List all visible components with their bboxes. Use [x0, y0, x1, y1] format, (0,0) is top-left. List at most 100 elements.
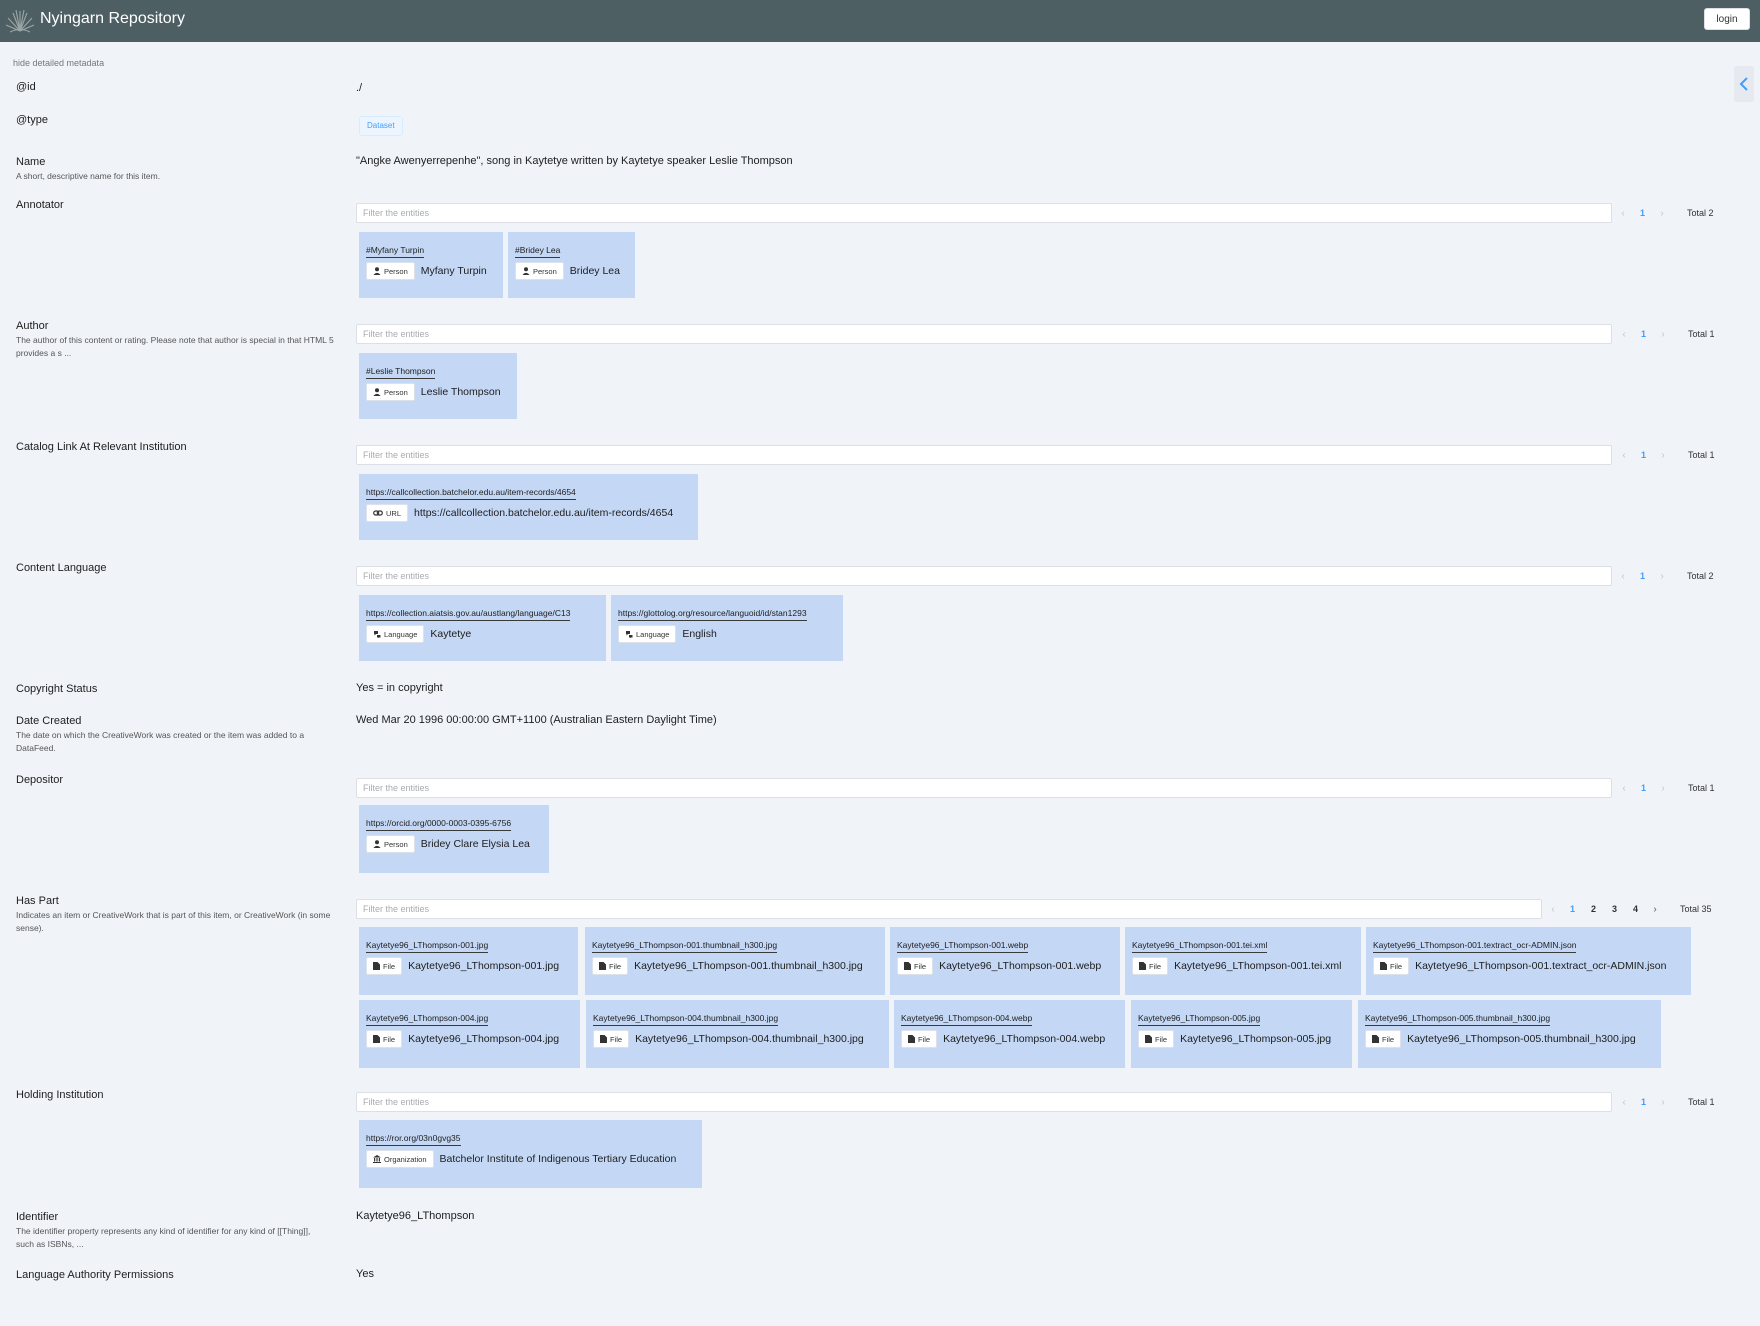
- entity-chip[interactable]: https://orcid.org/0000-0003-0395-6756 Pe…: [359, 805, 549, 873]
- file-chip[interactable]: Kaytetye96_LThompson-001.tei.xml File Kay…: [1125, 927, 1361, 995]
- prev-page-icon[interactable]: ‹: [1615, 783, 1633, 794]
- type-label: File: [383, 1034, 396, 1044]
- file-chip[interactable]: Kaytetye96_LThompson-001.thumbnail_h300.…: [585, 927, 885, 995]
- page-number[interactable]: 1: [1633, 1097, 1654, 1107]
- collapse-panel-button[interactable]: [1734, 66, 1754, 102]
- file-chip[interactable]: Kaytetye96_LThompson-001.textract_ocr-AD…: [1366, 927, 1691, 995]
- entity-id-link[interactable]: Kaytetye96_LThompson-005.thumbnail_h300.…: [1365, 1013, 1551, 1026]
- field-description: A short, descriptive name for this item.: [16, 171, 161, 181]
- entity-id-link[interactable]: Kaytetye96_LThompson-004.webp: [901, 1013, 1033, 1026]
- person-icon: [373, 840, 381, 848]
- entity-id-link[interactable]: https://callcollection.batchelor.edu.au/…: [366, 487, 576, 500]
- page-number[interactable]: 1: [1562, 904, 1583, 914]
- prev-page-icon[interactable]: ‹: [1615, 1097, 1633, 1108]
- entity-id-link[interactable]: Kaytetye96_LThompson-004.jpg: [366, 1013, 489, 1026]
- next-page-icon[interactable]: ›: [1654, 783, 1672, 794]
- entity-id-link[interactable]: #Bridey Lea: [515, 245, 561, 258]
- entity-id-link[interactable]: #Leslie Thompson: [366, 366, 436, 379]
- type-label: File: [610, 1034, 623, 1044]
- next-page-icon[interactable]: ›: [1654, 329, 1672, 340]
- entity-id-link[interactable]: Kaytetye96_LThompson-004.thumbnail_h300.…: [593, 1013, 779, 1026]
- file-chip[interactable]: Kaytetye96_LThompson-004.thumbnail_h300.…: [586, 1000, 889, 1068]
- file-chip[interactable]: Kaytetye96_LThompson-005.thumbnail_h300.…: [1358, 1000, 1661, 1068]
- type-badge: File: [593, 1030, 630, 1048]
- entity-chip[interactable]: https://callcollection.batchelor.edu.au/…: [359, 474, 698, 540]
- file-icon: [1145, 1035, 1152, 1043]
- type-badge: File: [366, 957, 403, 975]
- app-title: Nyingarn Repository: [40, 10, 185, 27]
- file-chip[interactable]: Kaytetye96_LThompson-004.webp File Kaytet…: [894, 1000, 1125, 1068]
- person-icon: [373, 388, 381, 396]
- next-page-icon[interactable]: ›: [1653, 571, 1671, 582]
- entity-name: Leslie Thompson: [420, 386, 501, 398]
- filter-input[interactable]: [356, 324, 1612, 344]
- prev-page-icon[interactable]: ‹: [1615, 450, 1633, 461]
- filter-input[interactable]: [356, 778, 1612, 798]
- entity-name: Kaytetye96_LThompson-001.thumbnail_h300.…: [634, 960, 863, 972]
- total-count: Total 1: [1688, 329, 1715, 339]
- entity-id-link[interactable]: Kaytetye96_LThompson-001.webp: [897, 940, 1029, 953]
- filter-input[interactable]: [356, 566, 1612, 586]
- next-page-icon[interactable]: ›: [1646, 904, 1664, 915]
- entity-id-link[interactable]: Kaytetye96_LThompson-001.jpg: [366, 940, 489, 953]
- filter-input[interactable]: [356, 203, 1612, 223]
- page-number[interactable]: 1: [1633, 783, 1654, 793]
- type-badge: Organization: [366, 1150, 434, 1168]
- filter-input[interactable]: [356, 899, 1542, 919]
- next-page-icon[interactable]: ›: [1654, 450, 1672, 461]
- type-badge: File: [1132, 957, 1169, 975]
- type-badge: File: [1138, 1030, 1175, 1048]
- field-description: The author of this content or rating. Pl…: [16, 335, 334, 358]
- file-icon: [1139, 962, 1146, 970]
- page-number[interactable]: 1: [1632, 571, 1653, 581]
- entity-id-link[interactable]: https://ror.org/03n0gvg35: [366, 1133, 461, 1146]
- type-badge: Person: [366, 383, 415, 401]
- filter-input[interactable]: [356, 1092, 1612, 1112]
- total-count: Total 35: [1680, 904, 1712, 914]
- entity-id-link[interactable]: #Myfany Turpin: [366, 245, 425, 258]
- entity-chip[interactable]: https://collection.aiatsis.gov.au/austla…: [359, 595, 606, 661]
- entity-name: Myfany Turpin: [420, 265, 487, 277]
- entity-id-link[interactable]: Kaytetye96_LThompson-001.tei.xml: [1132, 940, 1268, 953]
- entity-name: Bridey Lea: [569, 265, 620, 277]
- type-badge: File: [1373, 957, 1410, 975]
- entity-chip[interactable]: #Leslie Thompson Person Leslie Thompson: [359, 353, 517, 419]
- type-label: File: [1155, 1034, 1168, 1044]
- entity-id-link[interactable]: Kaytetye96_LThompson-001.textract_ocr-AD…: [1373, 940, 1577, 953]
- entity-chip[interactable]: #Myfany Turpin Person Myfany Turpin: [359, 232, 503, 298]
- page-number[interactable]: 1: [1633, 450, 1654, 460]
- file-chip[interactable]: Kaytetye96_LThompson-005.jpg File Kaytety…: [1131, 1000, 1352, 1068]
- entity-chip[interactable]: https://glottolog.org/resource/languoid/…: [611, 595, 843, 661]
- prev-page-icon[interactable]: ‹: [1614, 571, 1632, 582]
- logo-icon: [5, 9, 35, 33]
- entity-id-link[interactable]: https://orcid.org/0000-0003-0395-6756: [366, 818, 512, 831]
- page-number[interactable]: 2: [1583, 904, 1604, 914]
- file-icon: [1380, 962, 1387, 970]
- page-number[interactable]: 1: [1633, 329, 1654, 339]
- file-chip[interactable]: Kaytetye96_LThompson-001.jpg File Kaytety…: [359, 927, 578, 995]
- entity-id-link[interactable]: Kaytetye96_LThompson-001.thumbnail_h300.…: [592, 940, 778, 953]
- next-page-icon[interactable]: ›: [1653, 208, 1671, 219]
- login-button[interactable]: login: [1704, 8, 1750, 30]
- file-chip[interactable]: Kaytetye96_LThompson-004.jpg File Kaytety…: [359, 1000, 580, 1068]
- prev-page-icon[interactable]: ‹: [1614, 208, 1632, 219]
- prev-page-icon[interactable]: ‹: [1544, 904, 1562, 915]
- page-number[interactable]: 1: [1632, 208, 1653, 218]
- hide-metadata-link[interactable]: hide detailed metadata: [13, 58, 104, 68]
- filter-input[interactable]: [356, 445, 1612, 465]
- page-number[interactable]: 3: [1604, 904, 1625, 914]
- type-label: Person: [384, 387, 408, 397]
- entity-id-link[interactable]: Kaytetye96_LThompson-005.jpg: [1138, 1013, 1261, 1026]
- entity-chip[interactable]: https://ror.org/03n0gvg35 Organization B…: [359, 1120, 702, 1188]
- entity-id-link[interactable]: https://glottolog.org/resource/languoid/…: [618, 608, 807, 621]
- file-chip[interactable]: Kaytetye96_LThompson-001.webp File Kaytet…: [890, 927, 1120, 995]
- entity-chip[interactable]: #Bridey Lea Person Bridey Lea: [508, 232, 635, 298]
- type-label: Language: [636, 629, 670, 639]
- page-number[interactable]: 4: [1625, 904, 1646, 914]
- type-badge: File: [1365, 1030, 1402, 1048]
- next-page-icon[interactable]: ›: [1654, 1097, 1672, 1108]
- prev-page-icon[interactable]: ‹: [1615, 329, 1633, 340]
- entity-id-link[interactable]: https://collection.aiatsis.gov.au/austla…: [366, 608, 571, 621]
- field-label: Date Created: [16, 715, 82, 727]
- pagination: ‹ 1 ›: [1615, 445, 1672, 465]
